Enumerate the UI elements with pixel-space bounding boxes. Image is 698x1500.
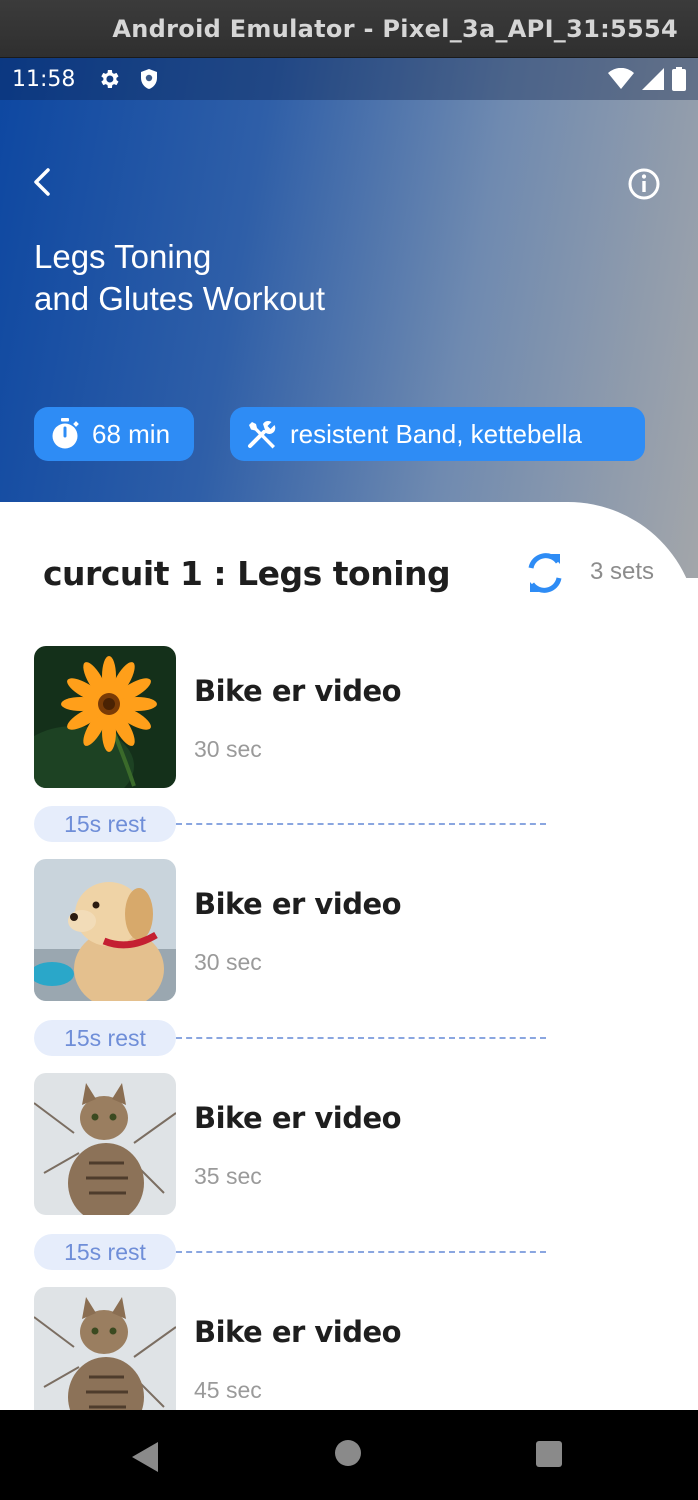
exercise-thumbnail (34, 1073, 176, 1215)
exercise-name: Bike er video (194, 1101, 402, 1135)
sets-count: 3 sets (590, 558, 655, 585)
exercise-name: Bike er video (194, 674, 402, 708)
rest-pill: 15s rest (34, 806, 176, 842)
exercise-item[interactable]: Bike er video 30 sec (34, 646, 654, 790)
exercise-duration: 45 sec (194, 1377, 262, 1403)
rest-pill: 15s rest (34, 1234, 176, 1270)
signal-icon (642, 68, 664, 90)
back-button[interactable] (26, 164, 62, 200)
workout-header: 11:58 Legs Toning and Glutes Workout 68 … (0, 58, 698, 578)
exercise-duration: 35 sec (194, 1163, 262, 1189)
nav-back-button[interactable] (130, 1442, 158, 1472)
rest-dashed-line (176, 1251, 546, 1253)
navigation-bar (0, 1410, 698, 1500)
status-time: 11:58 (12, 66, 76, 92)
rest-divider: 15s rest (34, 1020, 554, 1056)
workout-title-line2: and Glutes Workout (34, 280, 326, 317)
exercise-name: Bike er video (194, 1315, 402, 1349)
exercise-thumbnail (34, 859, 176, 1001)
cat-image (34, 1287, 176, 1410)
status-right (608, 67, 686, 91)
duration-text: 68 min (92, 418, 171, 449)
exercise-name: Bike er video (194, 887, 402, 921)
exercise-item[interactable]: Bike er video 35 sec (34, 1073, 654, 1217)
phone-screen: 11:58 Legs Toning and Glutes Workout 68 … (0, 58, 698, 1410)
puppy-image (34, 859, 176, 1001)
sync-icon (528, 553, 562, 593)
rest-dashed-line (176, 1037, 546, 1039)
info-button[interactable] (626, 166, 662, 202)
rest-divider: 15s rest (34, 1234, 554, 1270)
nav-recents-button[interactable] (536, 1441, 562, 1467)
cat-image (34, 1073, 176, 1215)
emulator-title: Android Emulator - Pixel_3a_API_31:5554 (112, 14, 678, 43)
flower-image (34, 646, 176, 788)
rest-divider: 15s rest (34, 806, 554, 842)
emulator-title-bar: Android Emulator - Pixel_3a_API_31:5554 (0, 0, 698, 58)
equipment-chip: resistent Band, kettebella (230, 407, 645, 461)
equipment-text: resistent Band, kettebella (290, 418, 582, 449)
exercise-item[interactable]: Bike er video 45 sec (34, 1287, 654, 1410)
stopwatch-icon (52, 418, 79, 449)
shield-icon (141, 69, 158, 89)
exercise-item[interactable]: Bike er video 30 sec (34, 859, 654, 1003)
duration-chip: 68 min (34, 407, 194, 461)
rest-dashed-line (176, 823, 546, 825)
nav-home-button[interactable] (335, 1440, 361, 1466)
rest-pill: 15s rest (34, 1020, 176, 1056)
workout-title: Legs Toning and Glutes Workout (34, 236, 554, 320)
settings-icon (101, 70, 119, 88)
status-bar: 11:58 (0, 58, 698, 100)
wifi-icon (608, 68, 634, 89)
tools-icon (248, 421, 276, 449)
exercise-thumbnail (34, 1287, 176, 1410)
circuit-title: curcuit 1 : Legs toning (43, 554, 451, 593)
exercise-duration: 30 sec (194, 949, 262, 975)
exercise-duration: 30 sec (194, 736, 262, 762)
exercise-thumbnail (34, 646, 176, 788)
battery-icon (672, 67, 686, 91)
workout-title-line1: Legs Toning (34, 238, 212, 275)
